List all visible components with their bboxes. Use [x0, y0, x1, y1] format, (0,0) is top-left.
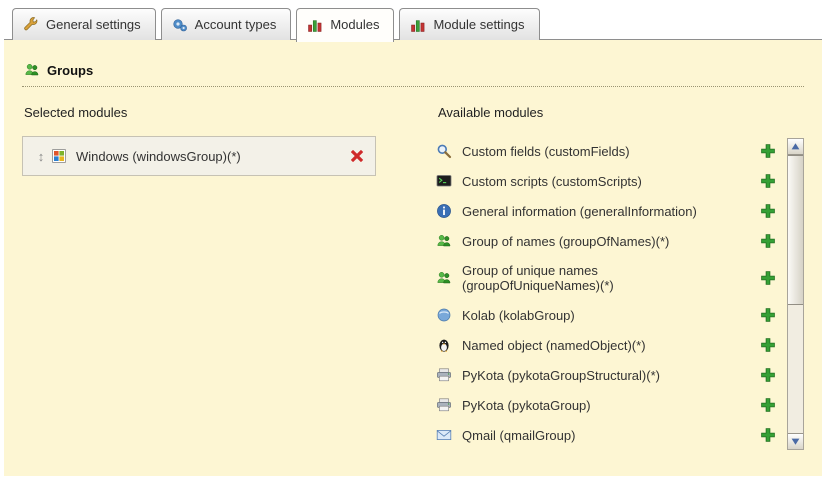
group-icon — [436, 270, 452, 286]
available-module-label: PyKota (pykotaGroup) — [462, 398, 724, 413]
wrench-icon — [23, 17, 39, 33]
tab-label: Modules — [330, 17, 379, 32]
penguin-icon — [436, 337, 452, 353]
group-icon — [436, 233, 452, 249]
add-module-button[interactable] — [760, 203, 776, 219]
kolab-icon — [436, 307, 452, 323]
modules-chart-icon — [307, 17, 323, 33]
tab-modules[interactable]: Modules — [296, 8, 394, 42]
drag-handle-icon[interactable]: ↕ — [33, 149, 49, 164]
add-module-button[interactable] — [760, 427, 776, 443]
tab-label: General settings — [46, 17, 141, 32]
tab-general-settings[interactable]: General settings — [12, 8, 156, 40]
selected-modules-column: Selected modules ↕ Windows (windowsGroup)… — [22, 103, 414, 450]
terminal-icon — [436, 173, 452, 189]
add-module-button[interactable] — [760, 143, 776, 159]
available-module-label: PyKota (pykotaGroupStructural)(*) — [462, 368, 724, 383]
available-module-row: PyKota (pykotaGroupStructural)(*) — [436, 360, 776, 390]
available-module-label: General information (generalInformation) — [462, 204, 724, 219]
tab-module-settings[interactable]: Module settings — [399, 8, 539, 40]
tab-label: Account types — [195, 17, 277, 32]
add-module-button[interactable] — [760, 337, 776, 353]
modules-chart-icon — [410, 17, 426, 33]
available-module-row: Kolab (kolabGroup) — [436, 300, 776, 330]
add-module-button[interactable] — [760, 307, 776, 323]
selected-modules-box: ↕ Windows (windowsGroup)(*) — [22, 136, 376, 176]
selected-modules-heading: Selected modules — [24, 105, 414, 120]
available-module-row: General information (generalInformation) — [436, 196, 776, 226]
tab-account-types[interactable]: Account types — [161, 8, 292, 40]
printer-icon — [436, 397, 452, 413]
page: General settings Account types Modules Modu… — [0, 0, 826, 481]
available-module-label: Qmail (qmailGroup) — [462, 428, 724, 443]
available-module-row: Group of names (groupOfNames)(*) — [436, 226, 776, 256]
magnifier-icon — [436, 143, 452, 159]
mail-icon — [436, 427, 452, 443]
content-panel: Groups Selected modules ↕ Windows (window… — [4, 39, 822, 476]
selected-module-label: Windows (windowsGroup)(*) — [76, 149, 349, 164]
printer-icon — [436, 367, 452, 383]
windows-icon — [51, 148, 67, 164]
available-module-row: Custom scripts (customScripts) — [436, 166, 776, 196]
available-module-label: Group of unique names (groupOfUniqueName… — [462, 263, 724, 293]
available-module-row: Named object (namedObject)(*) — [436, 330, 776, 360]
available-module-row: Group of unique names (groupOfUniqueName… — [436, 256, 776, 300]
info-icon — [436, 203, 452, 219]
available-module-label: Custom scripts (customScripts) — [462, 174, 724, 189]
remove-module-button[interactable] — [349, 148, 365, 164]
scroll-down-arrow-icon[interactable] — [788, 433, 803, 449]
scroll-up-arrow-icon[interactable] — [788, 139, 803, 155]
section-title-text: Groups — [47, 63, 93, 78]
scrollbar-track[interactable] — [787, 138, 804, 450]
available-module-label: Named object (namedObject)(*) — [462, 338, 724, 353]
add-module-button[interactable] — [760, 233, 776, 249]
add-module-button[interactable] — [760, 367, 776, 383]
gears-icon — [172, 17, 188, 33]
available-module-label: Custom fields (customFields) — [462, 144, 724, 159]
available-modules-heading: Available modules — [438, 105, 804, 120]
add-module-button[interactable] — [760, 397, 776, 413]
available-module-row: PyKota (pykotaGroup) — [436, 390, 776, 420]
available-module-label: Kolab (kolabGroup) — [462, 308, 724, 323]
section-title-groups: Groups — [22, 56, 804, 87]
add-module-button[interactable] — [760, 173, 776, 189]
available-module-row: Custom fields (customFields) — [436, 136, 776, 166]
available-modules-column: Available modules Custom fields (customF… — [436, 103, 804, 450]
tab-label: Module settings — [433, 17, 524, 32]
tab-bar: General settings Account types Modules Modu… — [0, 0, 826, 40]
selected-module-row: ↕ Windows (windowsGroup)(*) — [23, 137, 375, 175]
available-modules-list: Custom fields (customFields) Custom scrip… — [436, 136, 804, 450]
group-icon — [24, 62, 40, 78]
available-module-label: Group of names (groupOfNames)(*) — [462, 234, 724, 249]
scrollbar-thumb[interactable] — [788, 155, 803, 305]
available-module-row: Qmail (qmailGroup) — [436, 420, 776, 450]
add-module-button[interactable] — [760, 270, 776, 286]
